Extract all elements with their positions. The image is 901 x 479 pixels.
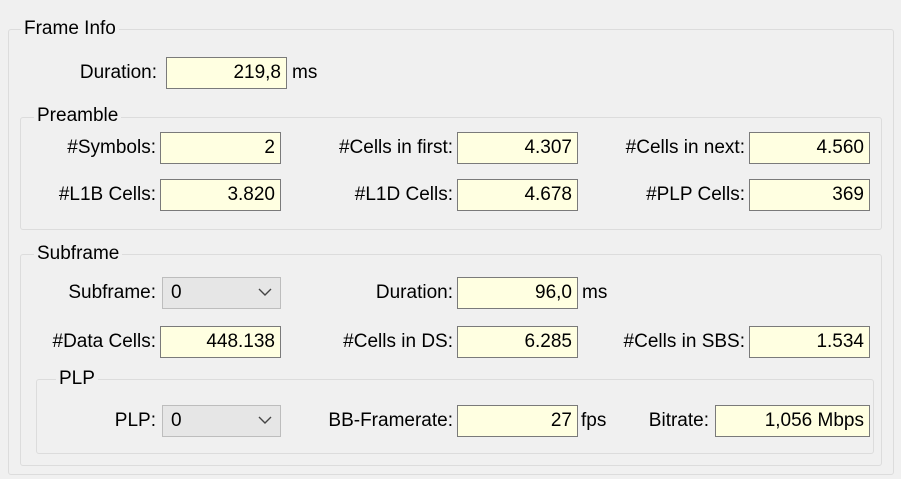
cells-first-value: 4.307 bbox=[457, 132, 578, 164]
frame-info-legend: Frame Info bbox=[21, 19, 119, 39]
subframe-label: Subframe: bbox=[68, 282, 156, 303]
symbols-value: 2 bbox=[160, 132, 281, 164]
l1b-cells-value: 3.820 bbox=[160, 179, 281, 211]
l1d-cells-label: #L1D Cells: bbox=[354, 184, 453, 205]
plp-label: PLP: bbox=[114, 410, 156, 431]
frame-duration-label: Duration: bbox=[79, 62, 157, 83]
cells-sbs-value: 1.534 bbox=[749, 326, 870, 358]
cells-next-value: 4.560 bbox=[749, 132, 870, 164]
subframe-select-value: 0 bbox=[171, 282, 182, 303]
plp-select[interactable]: 0 bbox=[162, 405, 281, 437]
frame-duration-unit: ms bbox=[292, 62, 318, 83]
data-cells-value: 448.138 bbox=[160, 326, 281, 358]
subframe-select[interactable]: 0 bbox=[162, 277, 281, 309]
l1d-cells-value: 4.678 bbox=[457, 179, 578, 211]
bb-framerate-unit: fps bbox=[581, 410, 607, 431]
l1b-cells-label: #L1B Cells: bbox=[58, 184, 156, 205]
cells-first-label: #Cells in first: bbox=[338, 137, 453, 158]
cells-ds-label: #Cells in DS: bbox=[343, 331, 453, 352]
subframe-duration-value: 96,0 bbox=[457, 277, 578, 309]
cells-sbs-label: #Cells in SBS: bbox=[623, 331, 745, 352]
plp-legend: PLP bbox=[56, 369, 98, 389]
chevron-down-icon bbox=[258, 288, 272, 296]
bb-framerate-value: 27 bbox=[457, 405, 578, 437]
subframe-duration-label: Duration: bbox=[375, 282, 453, 303]
frame-duration-value: 219,8 bbox=[166, 57, 287, 89]
cells-ds-value: 6.285 bbox=[457, 326, 578, 358]
plp-cells-value: 369 bbox=[749, 179, 870, 211]
symbols-label: #Symbols: bbox=[67, 137, 156, 158]
cells-next-label: #Cells in next: bbox=[625, 137, 745, 158]
bb-framerate-label: BB-Framerate: bbox=[328, 410, 453, 431]
plp-cells-label: #PLP Cells: bbox=[646, 184, 745, 205]
chevron-down-icon bbox=[258, 416, 272, 424]
subframe-legend: Subframe bbox=[34, 244, 123, 264]
bitrate-label: Bitrate: bbox=[648, 410, 709, 431]
bitrate-value: 1,056 Mbps bbox=[715, 405, 870, 437]
preamble-legend: Preamble bbox=[34, 106, 122, 126]
plp-select-value: 0 bbox=[171, 410, 182, 431]
subframe-duration-unit: ms bbox=[582, 282, 608, 303]
data-cells-label: #Data Cells: bbox=[52, 331, 157, 352]
